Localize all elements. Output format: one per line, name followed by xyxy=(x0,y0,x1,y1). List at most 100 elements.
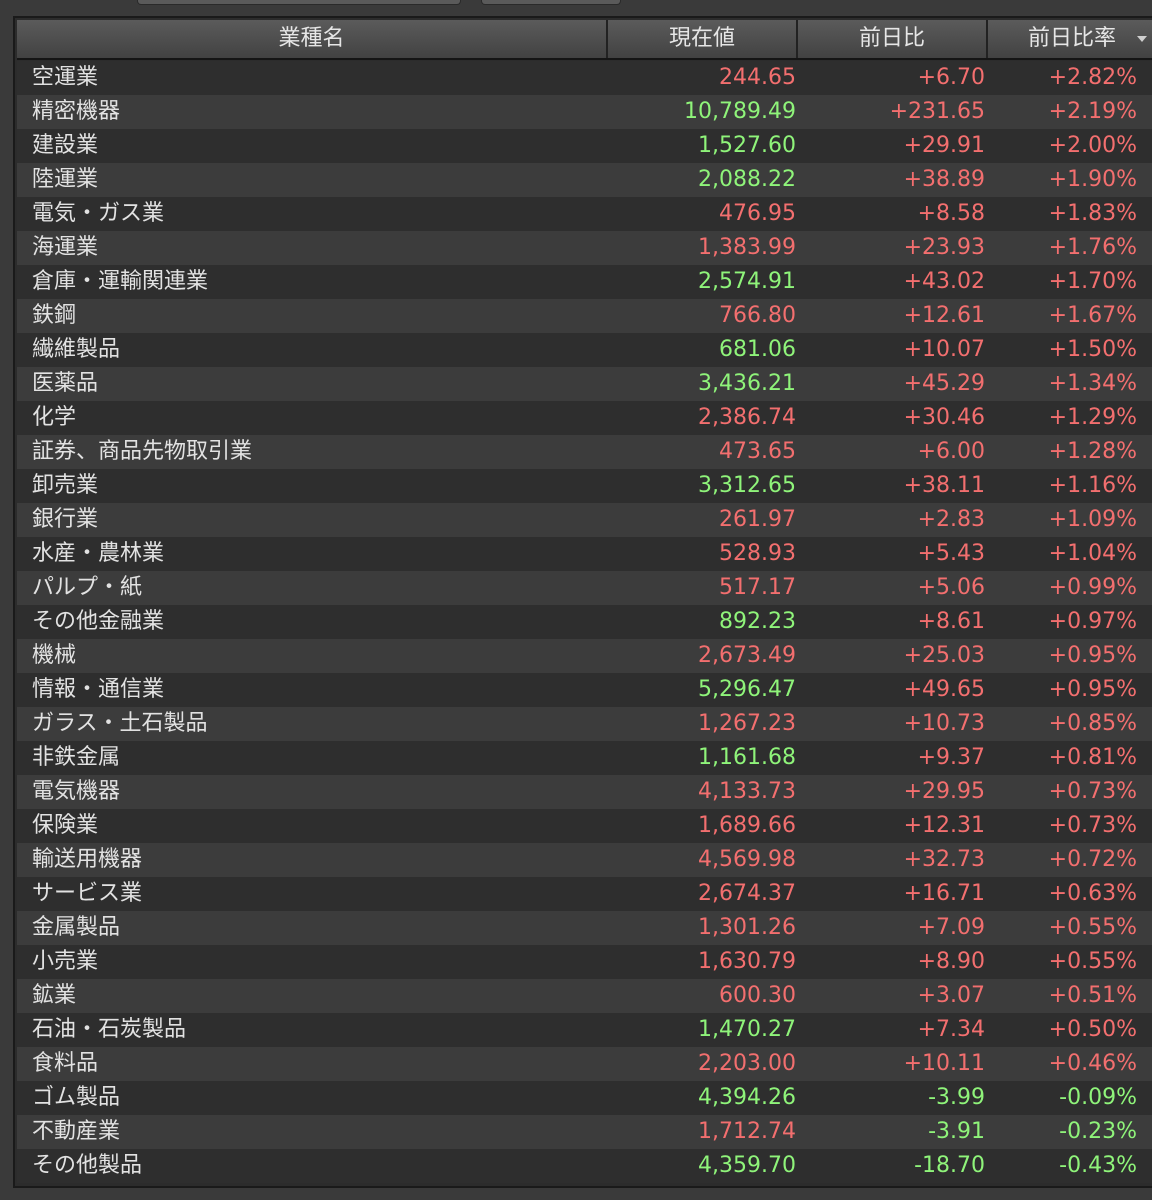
table-row[interactable]: 空運業 244.65 +6.70 +2.82% xyxy=(17,61,1152,95)
current-price-cell: 1,689.66 xyxy=(698,813,796,838)
change-pct-cell: +1.28% xyxy=(1048,439,1137,464)
sector-name-cell: 空運業 xyxy=(32,65,99,90)
current-price-cell: 2,674.37 xyxy=(698,881,796,906)
table-row[interactable]: 陸運業 2,088.22 +38.89 +1.90% xyxy=(17,163,1152,197)
change-cell: +12.31 xyxy=(903,813,985,838)
sector-name-cell: ガラス・土石製品 xyxy=(32,711,208,736)
table-row[interactable]: 輸送用機器 4,569.98 +32.73 +0.72% xyxy=(17,843,1152,877)
current-price-cell: 4,133.73 xyxy=(698,779,796,804)
table-row[interactable]: 精密機器 10,789.49 +231.65 +2.19% xyxy=(17,95,1152,129)
column-header-current-price[interactable]: 現在値 xyxy=(608,20,798,58)
sector-name-cell: その他製品 xyxy=(32,1153,143,1178)
change-pct-cell: +0.81% xyxy=(1048,745,1137,770)
change-cell: +38.89 xyxy=(903,167,985,192)
change-cell: +45.29 xyxy=(903,371,985,396)
table-row[interactable]: パルプ・紙 517.17 +5.06 +0.99% xyxy=(17,571,1152,605)
change-cell: +49.65 xyxy=(903,677,985,702)
sector-name-cell: 繊維製品 xyxy=(32,337,121,362)
column-header-change[interactable]: 前日比 xyxy=(798,20,988,58)
table-row[interactable]: 非鉄金属 1,161.68 +9.37 +0.81% xyxy=(17,741,1152,775)
sector-name-cell: 陸運業 xyxy=(32,167,99,192)
change-cell: +8.61 xyxy=(917,609,985,634)
table-row[interactable]: 石油・石炭製品 1,470.27 +7.34 +0.50% xyxy=(17,1013,1152,1047)
table-row[interactable]: 卸売業 3,312.65 +38.11 +1.16% xyxy=(17,469,1152,503)
change-pct-cell: +1.70% xyxy=(1048,269,1137,294)
table-row[interactable]: ガラス・土石製品 1,267.23 +10.73 +0.85% xyxy=(17,707,1152,741)
change-pct-cell: +0.72% xyxy=(1048,847,1137,872)
change-pct-cell: +2.19% xyxy=(1048,99,1137,124)
sector-name-cell: パルプ・紙 xyxy=(32,575,143,600)
change-pct-cell: +1.90% xyxy=(1048,167,1137,192)
table-row[interactable]: 鉱業 600.30 +3.07 +0.51% xyxy=(17,979,1152,1013)
column-header-sector-name[interactable]: 業種名 xyxy=(17,20,608,58)
sector-table: 業種名 現在値 前日比 前日比率 空運業 244.65 +6.70 +2.82% 精密機… xyxy=(13,16,1152,1188)
table-row[interactable]: 倉庫・運輸関連業 2,574.91 +43.02 +1.70% xyxy=(17,265,1152,299)
table-row[interactable]: 情報・通信業 5,296.47 +49.65 +0.95% xyxy=(17,673,1152,707)
table-row[interactable]: 海運業 1,383.99 +23.93 +1.76% xyxy=(17,231,1152,265)
table-row[interactable]: 建設業 1,527.60 +29.91 +2.00% xyxy=(17,129,1152,163)
current-price-cell: 476.95 xyxy=(719,201,796,226)
current-price-cell: 766.80 xyxy=(719,303,796,328)
change-cell: -3.99 xyxy=(928,1085,985,1110)
change-pct-cell: +1.04% xyxy=(1048,541,1137,566)
column-header-label: 業種名 xyxy=(278,26,345,51)
sector-name-cell: 電気・ガス業 xyxy=(32,201,165,226)
change-cell: +32.73 xyxy=(903,847,985,872)
table-row[interactable]: ゴム製品 4,394.26 -3.99 -0.09% xyxy=(17,1081,1152,1115)
change-pct-cell: +0.73% xyxy=(1048,779,1137,804)
toolbar-button-left[interactable] xyxy=(137,0,461,5)
table-row[interactable]: 医薬品 3,436.21 +45.29 +1.34% xyxy=(17,367,1152,401)
table-row[interactable]: その他金融業 892.23 +8.61 +0.97% xyxy=(17,605,1152,639)
sector-name-cell: 輸送用機器 xyxy=(32,847,143,872)
change-pct-cell: +1.29% xyxy=(1048,405,1137,430)
table-row[interactable]: 不動産業 1,712.74 -3.91 -0.23% xyxy=(17,1115,1152,1149)
table-row[interactable]: 保険業 1,689.66 +12.31 +0.73% xyxy=(17,809,1152,843)
top-toolbar xyxy=(0,0,1152,16)
current-price-cell: 2,386.74 xyxy=(698,405,796,430)
change-pct-cell: -0.43% xyxy=(1059,1153,1137,1178)
sector-name-cell: 銀行業 xyxy=(32,507,99,532)
table-row[interactable]: 銀行業 261.97 +2.83 +1.09% xyxy=(17,503,1152,537)
sector-name-cell: 保険業 xyxy=(32,813,99,838)
table-row[interactable]: 機械 2,673.49 +25.03 +0.95% xyxy=(17,639,1152,673)
sort-descending-icon[interactable] xyxy=(1137,36,1147,42)
table-row[interactable]: 電気機器 4,133.73 +29.95 +0.73% xyxy=(17,775,1152,809)
table-row[interactable]: 小売業 1,630.79 +8.90 +0.55% xyxy=(17,945,1152,979)
table-row[interactable]: サービス業 2,674.37 +16.71 +0.63% xyxy=(17,877,1152,911)
change-cell: +23.93 xyxy=(903,235,985,260)
table-row[interactable]: 金属製品 1,301.26 +7.09 +0.55% xyxy=(17,911,1152,945)
change-cell: +5.43 xyxy=(917,541,985,566)
change-pct-cell: +0.55% xyxy=(1048,915,1137,940)
change-pct-cell: +1.50% xyxy=(1048,337,1137,362)
sector-name-cell: 卸売業 xyxy=(32,473,99,498)
sector-name-cell: 鉄鋼 xyxy=(32,303,77,328)
change-pct-cell: -0.23% xyxy=(1059,1119,1137,1144)
change-cell: +38.11 xyxy=(903,473,985,498)
sector-name-cell: その他金融業 xyxy=(32,609,165,634)
change-pct-cell: +0.73% xyxy=(1048,813,1137,838)
table-row[interactable]: その他製品 4,359.70 -18.70 -0.43% xyxy=(17,1149,1152,1183)
current-price-cell: 4,359.70 xyxy=(698,1153,796,1178)
table-row[interactable]: 食料品 2,203.00 +10.11 +0.46% xyxy=(17,1047,1152,1081)
table-header: 業種名 現在値 前日比 前日比率 xyxy=(17,20,1152,60)
table-row[interactable]: 証券、商品先物取引業 473.65 +6.00 +1.28% xyxy=(17,435,1152,469)
sector-name-cell: 医薬品 xyxy=(32,371,99,396)
sector-name-cell: 化学 xyxy=(32,405,77,430)
table-row[interactable]: 水産・農林業 528.93 +5.43 +1.04% xyxy=(17,537,1152,571)
current-price-cell: 528.93 xyxy=(719,541,796,566)
table-row[interactable]: 化学 2,386.74 +30.46 +1.29% xyxy=(17,401,1152,435)
toolbar-button-right[interactable] xyxy=(481,0,621,5)
change-cell: +5.06 xyxy=(917,575,985,600)
sector-name-cell: 機械 xyxy=(32,643,77,668)
current-price-cell: 3,312.65 xyxy=(698,473,796,498)
table-row[interactable]: 繊維製品 681.06 +10.07 +1.50% xyxy=(17,333,1152,367)
sector-name-cell: サービス業 xyxy=(32,881,143,906)
table-row[interactable]: 電気・ガス業 476.95 +8.58 +1.83% xyxy=(17,197,1152,231)
change-pct-cell: +1.34% xyxy=(1048,371,1137,396)
column-header-change-pct[interactable]: 前日比率 xyxy=(988,20,1152,58)
table-row[interactable]: 鉄鋼 766.80 +12.61 +1.67% xyxy=(17,299,1152,333)
current-price-cell: 517.17 xyxy=(719,575,796,600)
sector-name-cell: 情報・通信業 xyxy=(32,677,165,702)
change-pct-cell: +2.00% xyxy=(1048,133,1137,158)
current-price-cell: 1,630.79 xyxy=(698,949,796,974)
